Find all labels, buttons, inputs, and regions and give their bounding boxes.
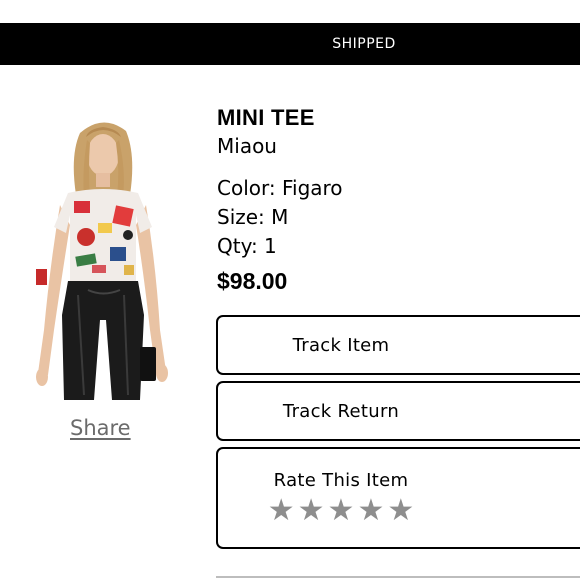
product-image[interactable] — [28, 115, 178, 400]
product-brand: Miaou — [217, 134, 277, 158]
product-price: $98.00 — [217, 268, 288, 294]
share-link[interactable]: Share — [70, 416, 131, 440]
product-color: Color: Figaro — [217, 176, 343, 200]
product-details: MINI TEE Miaou Color: Figaro Size: M Qty… — [217, 104, 343, 295]
order-status-bar: SHIPPED — [0, 23, 580, 65]
divider — [216, 576, 580, 578]
star-rating[interactable]: ★ ★ ★ ★ ★ — [268, 494, 415, 527]
track-return-label: Track Return — [282, 400, 400, 422]
star-icon[interactable]: ★ — [357, 494, 384, 527]
product-qty: Qty: 1 — [217, 234, 277, 258]
star-icon[interactable]: ★ — [387, 494, 414, 527]
rate-item-panel: Rate This Item ★ ★ ★ ★ ★ — [216, 447, 580, 549]
track-return-button[interactable]: Track Return — [216, 381, 580, 441]
star-icon[interactable]: ★ — [298, 494, 325, 527]
order-status-label: SHIPPED — [332, 36, 396, 52]
product-size: Size: M — [217, 205, 289, 229]
product-attributes: Color: Figaro Size: M Qty: 1 — [217, 174, 343, 261]
star-icon[interactable]: ★ — [268, 494, 295, 527]
product-title: MINI TEE — [217, 105, 315, 130]
track-item-button[interactable]: Track Item — [216, 315, 580, 375]
rate-item-label: Rate This Item — [273, 469, 409, 491]
star-icon[interactable]: ★ — [328, 494, 355, 527]
track-item-label: Track Item — [292, 334, 390, 356]
